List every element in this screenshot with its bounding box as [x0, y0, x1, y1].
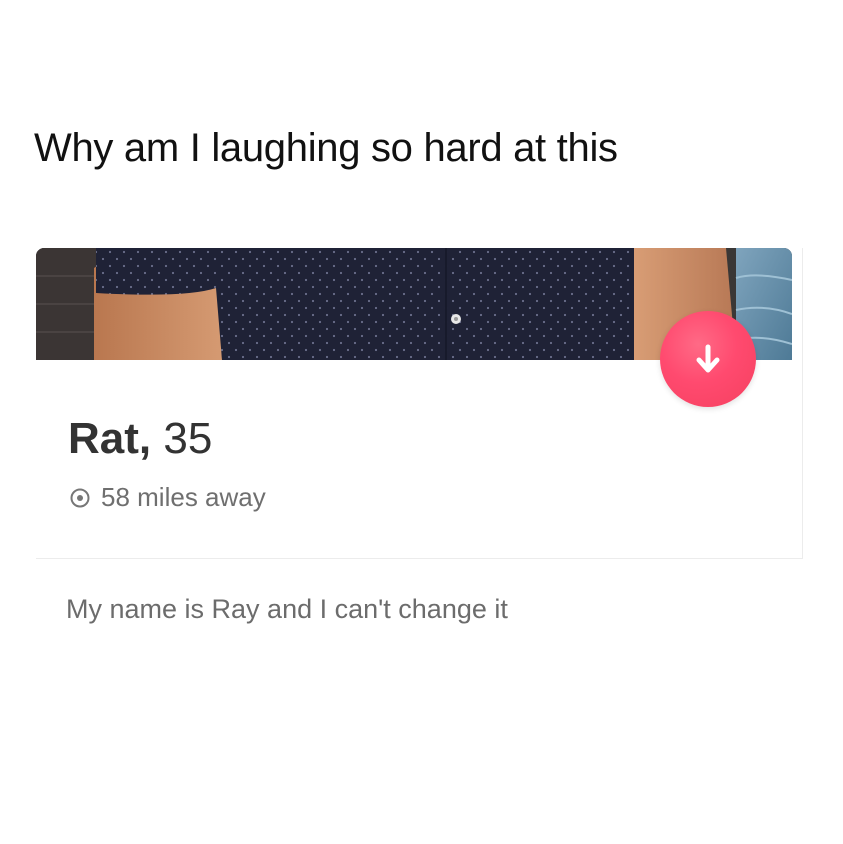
profile-name-age: Rat, 35 [68, 414, 212, 464]
distance-row: 58 miles away [69, 482, 266, 513]
profile-name: Rat, [68, 414, 152, 463]
profile-bio: My name is Ray and I can't change it [66, 594, 508, 624]
distance-text: 58 miles away [101, 482, 266, 512]
profile-age: 35 [163, 414, 213, 463]
location-pin-icon [70, 488, 90, 507]
post-caption: Why am I laughing so hard at this [34, 126, 618, 170]
profile-card[interactable]: Rat, 35 58 miles away [36, 248, 803, 559]
rewind-button[interactable] [660, 311, 756, 407]
arrow-down-icon [696, 344, 720, 373]
